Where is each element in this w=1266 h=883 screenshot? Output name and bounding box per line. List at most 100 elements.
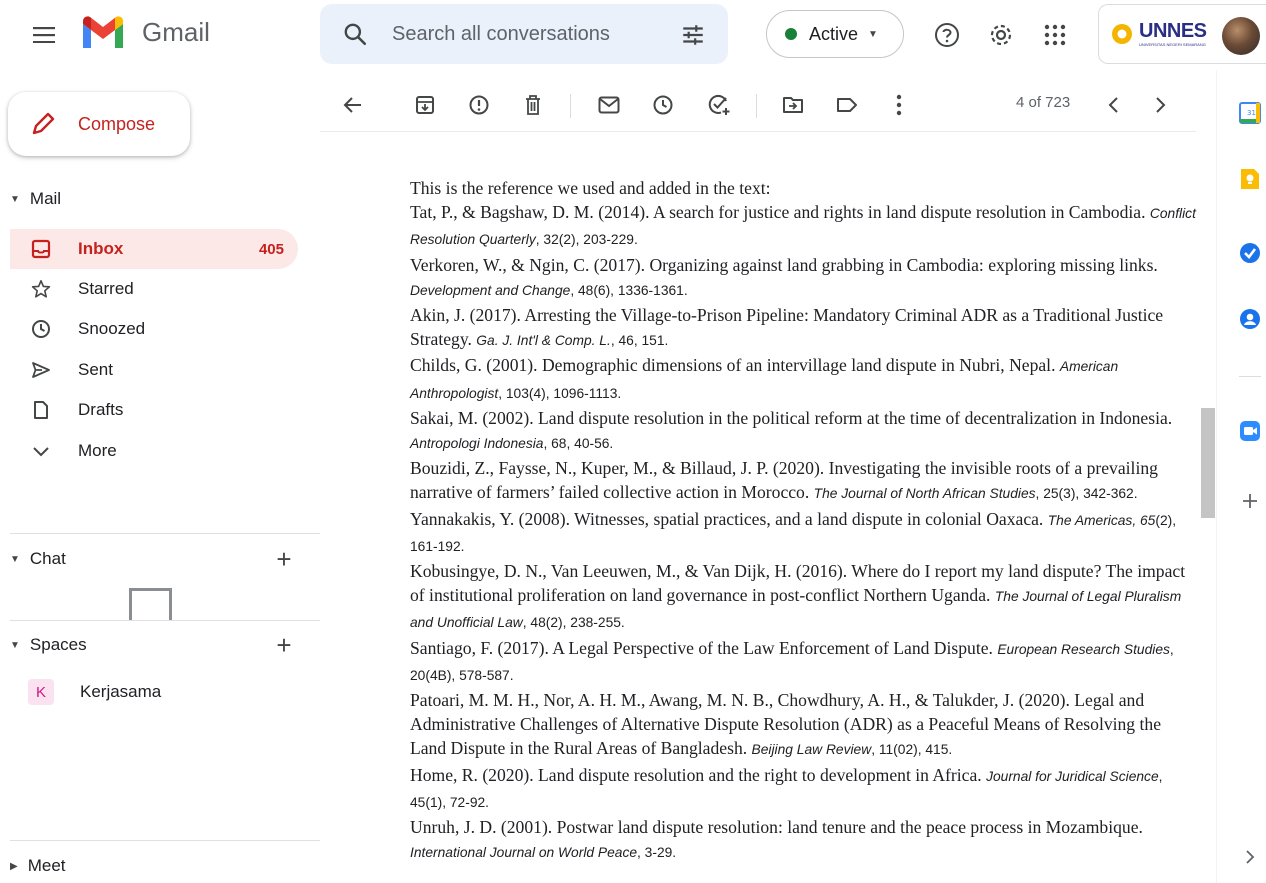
more-options-button[interactable]	[886, 92, 912, 118]
sidebar-divider	[10, 840, 320, 841]
add-to-tasks-button[interactable]	[706, 92, 732, 118]
reference-volume: , 68, 40-56.	[543, 436, 614, 452]
chat-section-header[interactable]: ▼ Chat	[10, 549, 66, 569]
chevron-left-icon	[1108, 97, 1118, 113]
calendar-button[interactable]: 31	[1237, 100, 1263, 126]
pagination-text: 4 of 723	[1016, 94, 1071, 111]
compose-label: Compose	[78, 113, 156, 134]
reference-item: Yannakakis, Y. (2008). Witnesses, spatia…	[410, 507, 1200, 559]
move-to-button[interactable]	[780, 92, 806, 118]
keep-button[interactable]	[1237, 166, 1263, 192]
mark-unread-button[interactable]	[596, 92, 622, 118]
space-item-kerjasama[interactable]: K Kerjasama	[10, 674, 298, 710]
org-name: UNNES	[1139, 20, 1207, 42]
reference-citation: Sakai, M. (2002). Land dispute resolutio…	[410, 407, 1173, 428]
send-icon	[30, 359, 52, 381]
delete-button[interactable]	[520, 92, 546, 118]
get-addons-button[interactable]	[1237, 488, 1263, 514]
chevron-right-icon	[1156, 97, 1166, 113]
reference-source: Beijing Law Review, 11(02), 415.	[752, 742, 953, 757]
side-panel: 31	[1216, 70, 1266, 883]
settings-button[interactable]	[984, 18, 1018, 52]
labels-button[interactable]	[834, 92, 860, 118]
sidebar-item-starred[interactable]: Starred	[10, 269, 298, 309]
support-button[interactable]	[930, 18, 964, 52]
search-input[interactable]: Search all conversations	[392, 23, 610, 46]
zoom-button[interactable]	[1237, 418, 1263, 444]
sidebar-item-label: Starred	[78, 279, 134, 298]
sidebar-item-label: Drafts	[78, 400, 124, 419]
status-dropdown[interactable]: Active ▼	[766, 10, 904, 58]
gmail-logo[interactable]: Gmail	[80, 14, 210, 50]
account-switcher[interactable]: UNNES UNIVERSITAS NEGERI SEMARANG	[1098, 4, 1266, 64]
compose-button[interactable]: Compose	[8, 92, 190, 156]
tasks-button[interactable]	[1237, 240, 1263, 266]
snooze-button[interactable]	[650, 92, 676, 118]
back-button[interactable]	[340, 92, 366, 118]
show-side-panel-button[interactable]	[1237, 844, 1263, 870]
more-vert-icon	[896, 94, 902, 116]
reference-source: Development and Change, 48(6), 1336-1361…	[410, 283, 688, 298]
main-menu-button[interactable]	[26, 20, 62, 50]
contacts-icon	[1240, 309, 1260, 329]
reference-volume: , 103(4), 1096-1113.	[498, 385, 622, 401]
new-space-button[interactable]: +	[272, 630, 296, 660]
reference-item: Patoari, M. M. H., Nor, A. H. M., Awang,…	[410, 688, 1200, 763]
chevron-down-icon	[30, 440, 52, 462]
hamburger-icon	[33, 27, 55, 43]
sidebar-item-snoozed[interactable]: Snoozed	[10, 309, 298, 349]
search-options-icon[interactable]	[680, 22, 706, 48]
sidebar-item-drafts[interactable]: Drafts	[10, 390, 298, 430]
reference-item: Santiago, F. (2017). A Legal Perspective…	[410, 636, 1200, 688]
chat-section-label: Chat	[29, 549, 66, 568]
reference-volume: , 25(3), 342-362.	[1035, 486, 1138, 502]
reference-item: Unruh, J. D. (2001). Postwar land disput…	[410, 815, 1200, 865]
reference-volume: , 3-29.	[637, 845, 677, 861]
mail-section-label: Mail	[29, 189, 62, 208]
inbox-icon	[30, 238, 52, 260]
help-icon	[935, 23, 959, 47]
message-body: This is the reference we used and added …	[410, 176, 1200, 865]
search-bar[interactable]: Search all conversations	[320, 4, 728, 64]
toolbar-divider	[756, 94, 757, 118]
sidebar-divider	[10, 533, 320, 534]
reference-journal: Ga. J. Int'l & Comp. L.	[476, 333, 611, 349]
trash-icon	[526, 95, 540, 115]
sidebar-item-more[interactable]: More	[10, 431, 298, 471]
mail-section-header[interactable]: ▼ Mail	[10, 189, 61, 209]
contacts-button[interactable]	[1237, 306, 1263, 332]
reference-citation: Santiago, F. (2017). A Legal Perspective…	[410, 637, 998, 658]
reference-volume: , 46, 151.	[610, 333, 669, 349]
spaces-section-label: Spaces	[29, 635, 87, 654]
apps-button[interactable]	[1038, 18, 1072, 52]
search-icon[interactable]	[342, 21, 368, 47]
meet-section-header[interactable]: ▶ Meet	[10, 856, 66, 876]
keep-icon	[1241, 169, 1259, 189]
chevron-right-icon	[1246, 850, 1255, 864]
space-label: Kerjasama	[80, 682, 162, 701]
archive-icon	[416, 96, 434, 114]
newer-button[interactable]	[1100, 92, 1126, 118]
message-intro: This is the reference we used and added …	[410, 178, 771, 198]
new-chat-button[interactable]: +	[272, 544, 296, 574]
toolbar-divider	[570, 94, 571, 118]
pencil-icon	[32, 112, 55, 135]
sidebar-divider	[10, 620, 320, 621]
reference-journal: The Americas, 65	[1047, 512, 1156, 528]
top-bar: Gmail Search all conversations Active ▼	[0, 0, 1266, 70]
reference-journal: Beijing Law Review	[751, 742, 872, 758]
spaces-section-header[interactable]: ▼ Spaces	[10, 635, 87, 655]
report-spam-button[interactable]	[466, 92, 492, 118]
reference-journal: Journal for Juridical Science	[986, 768, 1159, 784]
sidebar-item-label: Snoozed	[78, 319, 146, 338]
archive-button[interactable]	[412, 92, 438, 118]
avatar[interactable]	[1222, 17, 1260, 55]
older-button[interactable]	[1148, 92, 1174, 118]
tasks-icon	[1240, 243, 1260, 263]
sidebar-item-label: Inbox	[78, 239, 124, 258]
add-task-icon	[708, 94, 730, 115]
sidebar-item-inbox[interactable]: Inbox 405	[10, 229, 298, 269]
message-toolbar: 4 of 723	[320, 80, 1196, 132]
scrollbar-thumb[interactable]	[1201, 408, 1215, 518]
sidebar-item-sent[interactable]: Sent	[10, 350, 298, 390]
